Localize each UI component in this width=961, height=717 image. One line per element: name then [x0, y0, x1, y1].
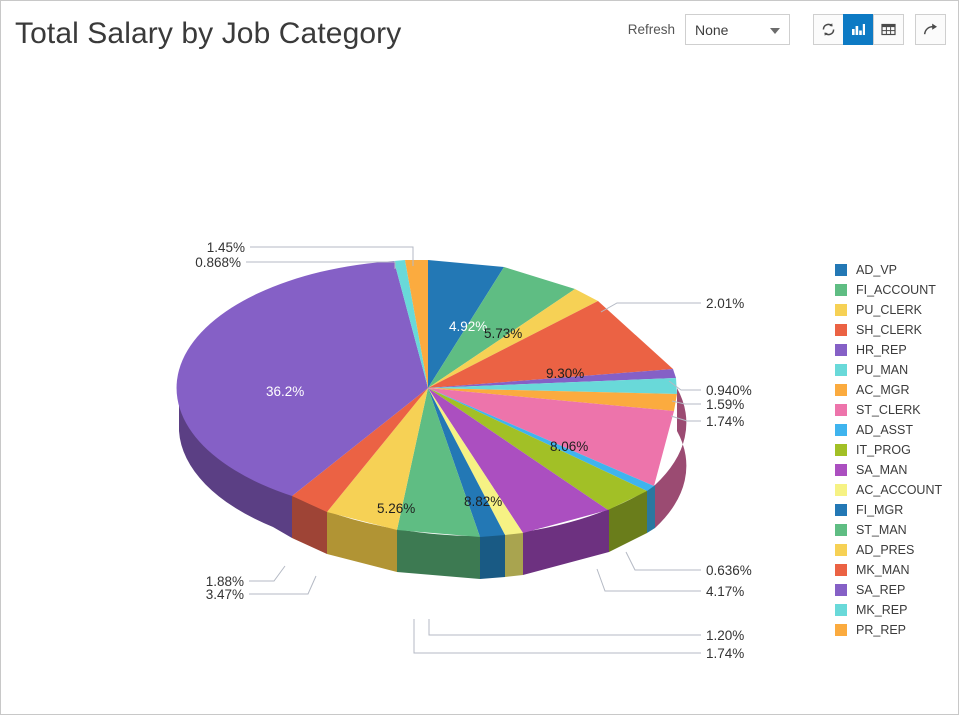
legend-swatch-icon: [835, 304, 847, 316]
legend-swatch-icon: [835, 264, 847, 276]
callout-label-it-prog: 4.17%: [706, 584, 744, 599]
callout-label-ad-asst: 0.636%: [706, 563, 752, 578]
legend-item[interactable]: HR_REP: [835, 340, 958, 360]
legend-item-label: SH_CLERK: [856, 323, 922, 337]
legend-swatch-icon: [835, 444, 847, 456]
legend-swatch-icon: [835, 284, 847, 296]
chart-view-button[interactable]: [843, 14, 874, 45]
slice-label-ad-vp: 4.92%: [449, 319, 487, 334]
bar-chart-icon: [850, 21, 867, 38]
legend-item[interactable]: MK_MAN: [835, 560, 958, 580]
legend-item-label: AD_PRES: [856, 543, 915, 557]
slice-label-sa-rep: 36.2%: [266, 384, 304, 399]
legend-item-label: MK_REP: [856, 603, 908, 617]
chart-legend: AD_VP FI_ACCOUNT PU_CLERK SH_CLERK HR_REP PU_…: [835, 260, 958, 640]
callout-label-pr-rep: 1.45%: [207, 240, 245, 255]
legend-item[interactable]: ST_CLERK: [835, 400, 958, 420]
legend-item-label: PU_CLERK: [856, 303, 922, 317]
legend-swatch-icon: [835, 364, 847, 376]
refresh-interval-select[interactable]: None: [685, 14, 790, 45]
chart-area: 4.92% 5.73% 9.30% 8.06% 8.82% 5.26% 36.2…: [1, 63, 959, 713]
share-arrow-icon: [922, 21, 939, 38]
legend-item[interactable]: FI_MGR: [835, 500, 958, 520]
legend-item[interactable]: SA_REP: [835, 580, 958, 600]
slice-label-sh-clerk: 9.30%: [546, 366, 584, 381]
callout-label-pu-man: 1.59%: [706, 397, 744, 412]
refresh-icon: [820, 21, 837, 38]
table-grid-icon: [880, 21, 897, 38]
chart-widget: Total Salary by Job Category Refresh Non…: [0, 0, 959, 715]
table-view-button[interactable]: [873, 14, 904, 45]
slice-label-sa-man: 8.82%: [464, 494, 502, 509]
callout-label-pu-clerk: 2.01%: [706, 296, 744, 311]
legend-item-label: SA_REP: [856, 583, 906, 597]
legend-item[interactable]: AD_PRES: [835, 540, 958, 560]
legend-swatch-icon: [835, 484, 847, 496]
legend-item[interactable]: AD_VP: [835, 260, 958, 280]
toolbar: Refresh None: [628, 14, 946, 45]
legend-swatch-icon: [835, 464, 847, 476]
legend-item[interactable]: FI_ACCOUNT: [835, 280, 958, 300]
legend-swatch-icon: [835, 504, 847, 516]
legend-item[interactable]: IT_PROG: [835, 440, 958, 460]
legend-swatch-icon: [835, 544, 847, 556]
legend-swatch-icon: [835, 584, 847, 596]
legend-item[interactable]: PU_CLERK: [835, 300, 958, 320]
legend-swatch-icon: [835, 524, 847, 536]
legend-swatch-icon: [835, 404, 847, 416]
legend-item-label: AC_MGR: [856, 383, 910, 397]
page-title: Total Salary by Job Category: [15, 17, 402, 50]
legend-item-label: AD_ASST: [856, 423, 913, 437]
legend-item-label: PU_MAN: [856, 363, 909, 377]
legend-item[interactable]: SA_MAN: [835, 460, 958, 480]
legend-swatch-icon: [835, 424, 847, 436]
callout-label-hr-rep: 0.940%: [706, 383, 752, 398]
legend-item-label: AD_VP: [856, 263, 897, 277]
callout-label-mk-rep: 0.868%: [195, 255, 241, 270]
legend-item[interactable]: AC_MGR: [835, 380, 958, 400]
legend-item-label: HR_REP: [856, 343, 907, 357]
slice-label-st-clerk: 8.06%: [550, 439, 588, 454]
legend-item-label: IT_PROG: [856, 443, 911, 457]
pie-chart[interactable]: 4.92% 5.73% 9.30% 8.06% 8.82% 5.26% 36.2…: [1, 63, 959, 713]
chevron-down-icon: [770, 27, 780, 34]
legend-item[interactable]: AD_ASST: [835, 420, 958, 440]
widget-header: Total Salary by Job Category Refresh Non…: [1, 1, 958, 63]
callout-label-ad-pres: 3.47%: [206, 587, 244, 602]
callout-label-ac-mgr: 1.74%: [706, 414, 744, 429]
legend-item-label: SA_MAN: [856, 463, 908, 477]
legend-item-label: ST_CLERK: [856, 403, 921, 417]
legend-item-label: FI_MGR: [856, 503, 904, 517]
legend-item-label: FI_ACCOUNT: [856, 283, 936, 297]
callout-label-fi-mgr: 1.74%: [706, 646, 744, 661]
share-button[interactable]: [915, 14, 946, 45]
refresh-interval-value: None: [695, 21, 729, 38]
legend-item[interactable]: SH_CLERK: [835, 320, 958, 340]
legend-item[interactable]: ST_MAN: [835, 520, 958, 540]
legend-item[interactable]: MK_REP: [835, 600, 958, 620]
legend-swatch-icon: [835, 604, 847, 616]
legend-swatch-icon: [835, 324, 847, 336]
legend-item-label: AC_ACCOUNT: [856, 483, 943, 497]
refresh-label: Refresh: [627, 22, 675, 37]
slice-label-st-man: 5.26%: [377, 501, 415, 516]
slice-label-fi-account: 5.73%: [484, 326, 522, 341]
legend-item[interactable]: PR_REP: [835, 620, 958, 640]
legend-swatch-icon: [835, 344, 847, 356]
legend-item[interactable]: PU_MAN: [835, 360, 958, 380]
legend-item-label: PR_REP: [856, 623, 907, 637]
legend-item-label: MK_MAN: [856, 563, 910, 577]
legend-swatch-icon: [835, 624, 847, 636]
callout-label-ac-account: 1.20%: [706, 628, 744, 643]
refresh-button[interactable]: [813, 14, 844, 45]
legend-item[interactable]: AC_ACCOUNT: [835, 480, 958, 500]
legend-swatch-icon: [835, 384, 847, 396]
legend-swatch-icon: [835, 564, 847, 576]
legend-item-label: ST_MAN: [856, 523, 907, 537]
